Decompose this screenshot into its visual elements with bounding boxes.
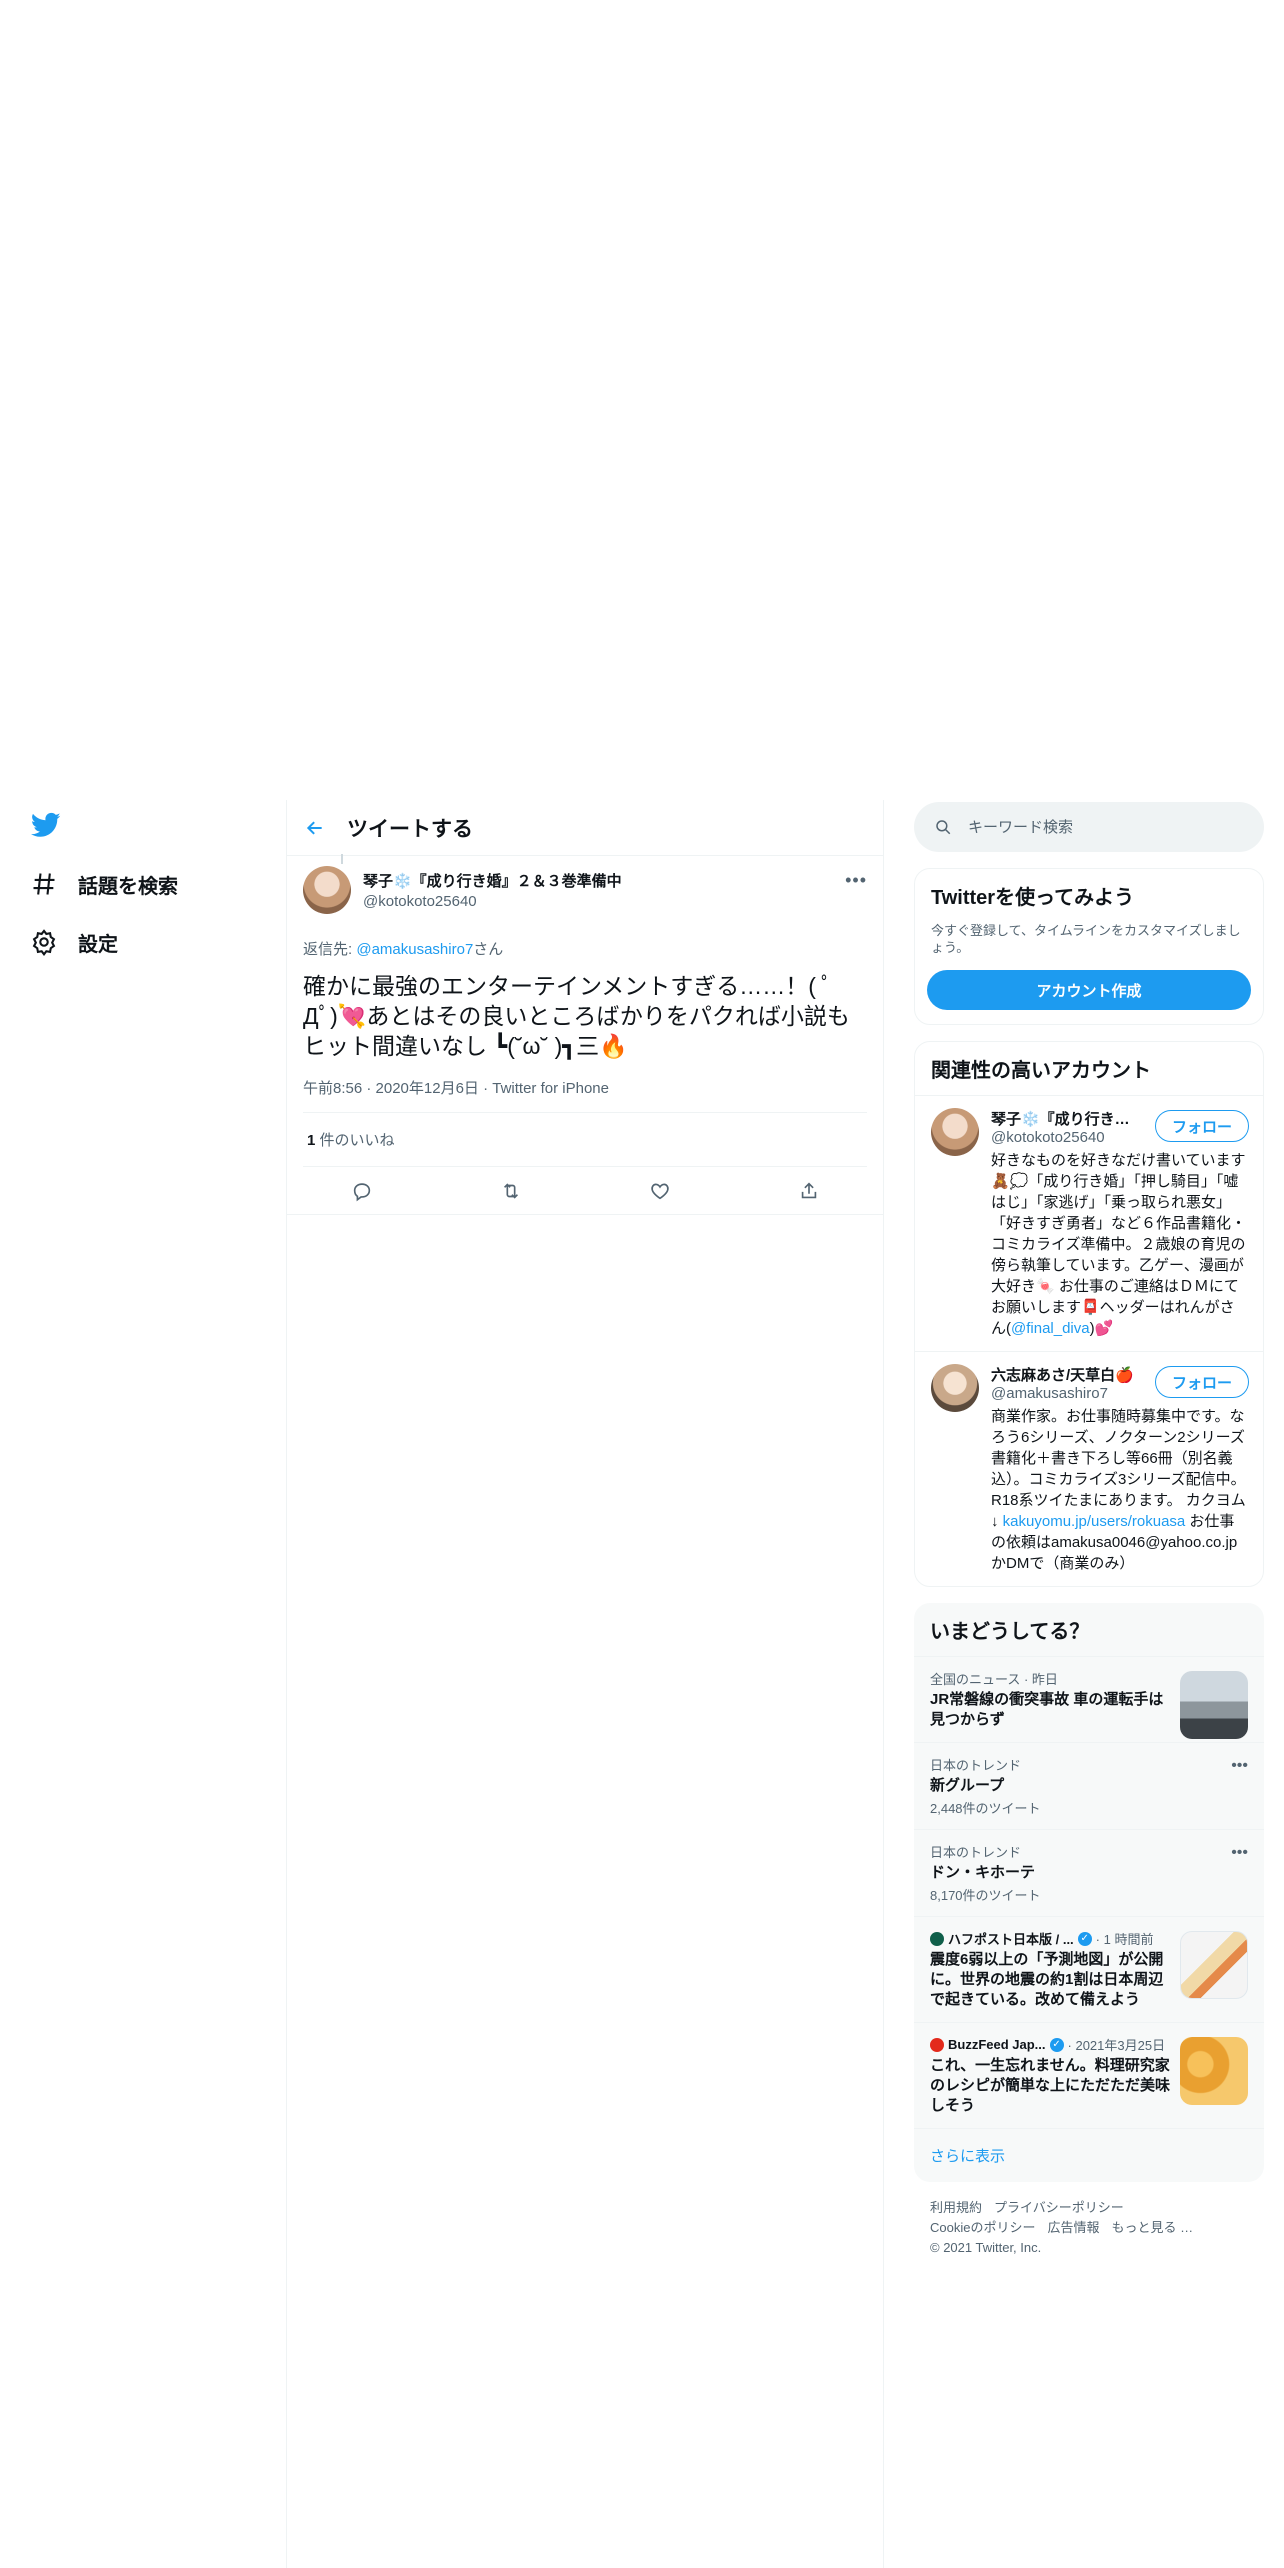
thread-line bbox=[341, 854, 343, 864]
account-bio: 好きなものを好きなだけ書いています🧸💭「成り行き婚」「押し騎目」「嘘はじ」「家逃… bbox=[991, 1150, 1247, 1339]
likes-count[interactable]: 1 件のいいね bbox=[303, 1113, 867, 1167]
trend-name: 震度6弱以上の「予測地図」が公開に。世界の地震の約1割は日本周辺で起きている。改… bbox=[930, 1951, 1164, 2008]
relevant-title: 関連性の高いアカウント bbox=[931, 1060, 1151, 1082]
account-item[interactable]: 六志麻あさ/天草白🍎 @amakusashiro7 商業作家。お仕事随時募集中で… bbox=[915, 1351, 1263, 1586]
tweet-actions bbox=[287, 1167, 883, 1215]
tweet-text: 確かに最強のエンターテインメントすぎる……！( ﾟДﾟ)💘あとはその良いところば… bbox=[303, 973, 850, 1059]
twitter-bird-icon[interactable] bbox=[30, 810, 62, 840]
nav-settings[interactable]: 設定 bbox=[30, 922, 118, 962]
trend-time: · 2021年3月25日 bbox=[1067, 2038, 1166, 2053]
join-title: Twitterを使ってみよう bbox=[931, 887, 1135, 909]
show-more-link[interactable]: さらに表示 bbox=[914, 2128, 1264, 2182]
reply-suffix: さん bbox=[473, 941, 504, 958]
more-options-icon[interactable]: ••• bbox=[1231, 1844, 1248, 1862]
relevant-accounts-card: 関連性の高いアカウント 琴子❄️『成り行き… @kotokoto25640 好き… bbox=[914, 1041, 1264, 1587]
trend-item[interactable]: ハフポスト日本版 / ... ✓ · 1 時間前 震度6弱以上の「予測地図」が公… bbox=[914, 1916, 1264, 2022]
footer-link-ads[interactable]: 広告情報 bbox=[1047, 2220, 1099, 2235]
search-bar[interactable] bbox=[914, 802, 1264, 852]
search-icon bbox=[936, 820, 951, 835]
footer-link-terms[interactable]: 利用規約 bbox=[930, 2200, 982, 2215]
nav-settings-label: 設定 bbox=[78, 933, 118, 956]
footer-link-privacy[interactable]: プライバシーポリシー bbox=[994, 2200, 1124, 2215]
page: 話題を検索 設定 ツイートする 琴子❄️『成り行き婚』２＆３巻準備中 @koto… bbox=[0, 0, 1284, 2568]
map-image bbox=[1180, 1931, 1248, 1999]
trend-context: 日本のトレンド bbox=[930, 1845, 1022, 1860]
trend-count: 2,448件のツイート bbox=[930, 1801, 1041, 1816]
more-options-icon[interactable]: ••• bbox=[1231, 1757, 1248, 1775]
page-title: ツイートする bbox=[347, 817, 473, 841]
author-display-name[interactable]: 琴子❄️『成り行き婚』２＆３巻準備中 bbox=[363, 870, 622, 891]
tweet-meta[interactable]: 午前8:56 · 2020年12月6日 · Twitter for iPhone bbox=[303, 1077, 867, 1113]
reply-prefix: 返信先: bbox=[303, 941, 357, 958]
reply-handle-link[interactable]: @amakusashiro7 bbox=[356, 941, 473, 958]
trends-title: いまどうしてる？ bbox=[930, 1621, 1090, 1643]
author-info: 琴子❄️『成り行き婚』２＆３巻準備中 @kotokoto25640 bbox=[363, 866, 622, 910]
trend-name: JR常磐線の衝突事故 車の運転手は見つからず bbox=[930, 1691, 1164, 1728]
source-logo-icon bbox=[930, 1931, 944, 1946]
right-sidebar: Twitterを使ってみよう 今すぐ登録して、タイムラインをカスタマイズしましょ… bbox=[914, 802, 1264, 2274]
share-icon[interactable] bbox=[798, 1180, 820, 1202]
tweet: 琴子❄️『成り行き婚』２＆３巻準備中 @kotokoto25640 ••• 返信… bbox=[287, 854, 883, 1215]
trend-item[interactable]: BuzzFeed Jap... ✓ · 2021年3月25日 これ、一生忘れませ… bbox=[914, 2022, 1264, 2128]
trend-time: · 1 時間前 bbox=[1095, 1932, 1154, 1947]
gear-icon bbox=[32, 929, 56, 956]
footer-link-more[interactable]: もっと見る … bbox=[1111, 2220, 1193, 2235]
trends-card: いまどうしてる？ 全国のニュース · 昨日 JR常磐線の衝突事故 車の運転手は見… bbox=[914, 1603, 1264, 2182]
account-item[interactable]: 琴子❄️『成り行き… @kotokoto25640 好きなものを好きなだけ書いて… bbox=[915, 1095, 1263, 1351]
avatar[interactable] bbox=[303, 866, 351, 914]
like-icon[interactable] bbox=[649, 1180, 671, 1202]
footer: 利用規約 プライバシーポリシー Cookieのポリシー 広告情報 もっと見る … © … bbox=[914, 2182, 1264, 2274]
trend-context: 日本のトレンド bbox=[930, 1758, 1022, 1773]
food-photo bbox=[1180, 2037, 1248, 2105]
footer-link-cookies[interactable]: Cookieのポリシー bbox=[930, 2220, 1035, 2235]
verified-badge-icon: ✓ bbox=[1077, 1931, 1092, 1946]
account-bio-text: 好きなものを好きなだけ書いています🧸💭「成り行き婚」「押し騎目」「嘘はじ」「家逃… bbox=[991, 1152, 1247, 1337]
back-arrow-icon bbox=[306, 820, 322, 835]
main-column: ツイートする 琴子❄️『成り行き婚』２＆３巻準備中 @kotokoto25640… bbox=[286, 800, 884, 2568]
avatar[interactable] bbox=[931, 1364, 979, 1412]
account-bio-link[interactable]: kakuyomu.jp/users/rokuasa bbox=[1003, 1513, 1186, 1530]
account-bio-link[interactable]: @final_diva bbox=[1011, 1320, 1090, 1337]
trend-item[interactable]: 日本のトレンド 新グループ 2,448件のツイート ••• bbox=[914, 1742, 1264, 1829]
main-header: ツイートする bbox=[287, 800, 883, 856]
more-options-icon[interactable]: ••• bbox=[845, 870, 867, 891]
account-bio: 商業作家。お仕事随時募集中です。なろう6シリーズ、ノクターン2シリーズ書籍化＋書… bbox=[991, 1406, 1247, 1574]
join-description: 今すぐ登録して、タイムラインをカスタマイズしましょう。 bbox=[931, 923, 1241, 955]
trend-item[interactable]: 全国のニュース · 昨日 JR常磐線の衝突事故 車の運転手は見つからず bbox=[914, 1656, 1264, 1742]
trend-name: これ、一生忘れません。料理研究家のレシピが簡単な上にただただ美味しそう bbox=[930, 2057, 1171, 2114]
tweet-author-row: 琴子❄️『成り行き婚』２＆３巻準備中 @kotokoto25640 ••• bbox=[303, 854, 867, 914]
trend-name: ドン・キホーテ bbox=[930, 1864, 1036, 1881]
account-name[interactable]: 琴子❄️『成り行き… bbox=[991, 1108, 1141, 1129]
nav-explore-label: 話題を検索 bbox=[78, 875, 178, 898]
account-bio-end: )💕 bbox=[1089, 1320, 1114, 1337]
reply-to: 返信先: @amakusashiro7さん bbox=[303, 938, 867, 959]
back-button[interactable] bbox=[287, 800, 343, 856]
trend-item[interactable]: 日本のトレンド ドン・キホーテ 8,170件のツイート ••• bbox=[914, 1829, 1264, 1916]
account-name[interactable]: 六志麻あさ/天草白🍎 bbox=[991, 1364, 1141, 1385]
join-card: Twitterを使ってみよう 今すぐ登録して、タイムラインをカスタマイズしましょ… bbox=[914, 868, 1264, 1025]
hashtag-icon bbox=[33, 873, 55, 895]
nav-explore[interactable]: 話題を検索 bbox=[30, 864, 178, 904]
verified-badge-icon: ✓ bbox=[1049, 2037, 1064, 2052]
source-logo-icon bbox=[930, 2037, 944, 2052]
trend-name: 新グループ bbox=[930, 1777, 1005, 1794]
trend-source: BuzzFeed Jap... bbox=[948, 2037, 1046, 2052]
search-input[interactable] bbox=[968, 818, 1228, 836]
account-bio-text: 商業作家。お仕事随時募集中です。なろう6シリーズ、ノクターン2シリーズ書籍化＋書… bbox=[991, 1408, 1246, 1530]
footer-links: 利用規約 プライバシーポリシー Cookieのポリシー 広告情報 もっと見る … bbox=[930, 2198, 1248, 2238]
trend-source: ハフポスト日本版 / ... bbox=[948, 1932, 1074, 1947]
retweet-icon[interactable] bbox=[500, 1180, 522, 1202]
reply-icon[interactable] bbox=[351, 1180, 373, 1202]
avatar[interactable] bbox=[931, 1108, 979, 1156]
author-handle[interactable]: @kotokoto25640 bbox=[363, 893, 622, 910]
news-photo bbox=[1180, 1671, 1248, 1739]
follow-button[interactable]: フォロー bbox=[1154, 1366, 1249, 1398]
account-body: 琴子❄️『成り行き… @kotokoto25640 好きなものを好きなだけ書いて… bbox=[991, 1108, 1247, 1339]
follow-button[interactable]: フォロー bbox=[1154, 1110, 1249, 1142]
trend-count: 8,170件のツイート bbox=[930, 1888, 1041, 1903]
create-account-button[interactable]: アカウント作成 bbox=[927, 970, 1251, 1010]
likes-label: 件のいいね bbox=[315, 1132, 395, 1149]
copyright: © 2021 Twitter, Inc. bbox=[930, 2240, 1042, 2255]
